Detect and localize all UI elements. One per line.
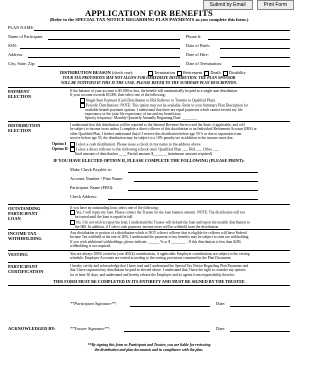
city-label: City, State, Zip: [8, 61, 36, 66]
trustee-date-field[interactable] [230, 331, 290, 332]
participant-fbo-field[interactable] [128, 190, 258, 191]
vesting-label: VESTING [8, 252, 28, 257]
trustee-date-label: Date: [216, 326, 226, 331]
participant-name-field[interactable] [48, 39, 180, 40]
participant-date-label: Date: [216, 301, 226, 306]
participant-signature-field[interactable] [130, 306, 210, 307]
rollover-heading: IF YOU HAVE ELECTED OPTION II, PLEASE CO… [53, 158, 245, 163]
default-loan-checkbox[interactable] [70, 219, 75, 225]
participant-date-field[interactable] [230, 306, 290, 307]
loan-text: If you have an outstanding loan, select … [70, 206, 288, 229]
distribution-reason-title: DISTRIBUTION REASON [60, 70, 111, 75]
divider [8, 121, 290, 122]
loan-line: No, I do not wish to repay the loan. I u… [76, 219, 250, 224]
ssn-field[interactable] [20, 48, 180, 49]
option-1-label: Option I [52, 142, 67, 146]
phone-label: Phone #: [186, 34, 202, 39]
payment-election-text: If the balance of your account is $5,000… [70, 89, 288, 120]
disability-option: Disability [228, 70, 246, 75]
city-field[interactable] [38, 66, 180, 67]
date-of-hire-field[interactable] [220, 57, 290, 58]
distribution-election-text: I understand that this distribution will… [70, 123, 288, 140]
divider [8, 250, 290, 251]
trustee-signature-label: **Trustee Signature**: [70, 326, 111, 331]
account-number-field[interactable] [134, 181, 258, 182]
termination-checkbox[interactable] [148, 70, 153, 76]
ssn-label: SSN: [8, 43, 18, 48]
withholding-text: Any distribution or portion of a distrib… [70, 231, 288, 248]
address-field[interactable] [28, 57, 180, 58]
account-number-label: Account Number / Plan Name: [70, 176, 124, 181]
loan-line: Yes, I will repay my loan. Please contac… [76, 210, 245, 215]
dob-field[interactable] [220, 48, 290, 49]
divider [8, 262, 290, 263]
vesting-line: schedule. Employer Accounts are vested a… [70, 256, 232, 261]
address-label: Address: [8, 52, 24, 57]
vesting-text: You are always 100% vested in your 401(k… [70, 252, 288, 261]
must-sign-notice: THIS FORM MUST BE COMPLETED IN ITS ENTIR… [53, 279, 245, 284]
warning-line-1: YOUR TAX PROVISIONS MAY NOT ALLOW FOR IM… [62, 76, 236, 80]
dob-label: Date of Birth: [186, 43, 210, 48]
warning-line-2: WILL BE NOTIFIED IF THIS IS THE CASE. PL… [60, 81, 238, 85]
option-1-text: I elect a cash distribution. Please issu… [76, 142, 202, 147]
divider [8, 204, 290, 205]
trustee-signature-field[interactable] [124, 331, 210, 332]
footnote-line-1: **By signing this form as Participant an… [87, 343, 211, 347]
participant-fbo-label: Participant Name (FBO): [70, 185, 114, 190]
withholding-line: withholding is not required. [70, 243, 111, 248]
certification-text: I hereby certify and acknowledge that I … [70, 264, 288, 277]
option-2-note: Total amount of distribution ____ Partia… [74, 152, 213, 156]
plan-name-label: PLAN NAME: [8, 25, 35, 30]
date-of-termination-field[interactable] [232, 66, 290, 67]
participant-name-label: Name of Participant [8, 34, 43, 39]
payable-to-field[interactable] [128, 172, 258, 173]
payment-line: Single Sum Payment (Cash Distribution or… [86, 97, 216, 102]
retirement-checkbox[interactable] [177, 70, 183, 76]
option-2-label: Option II [52, 147, 68, 151]
check-address-field[interactable] [108, 199, 258, 200]
phone-field[interactable] [208, 39, 290, 40]
divider [8, 229, 290, 230]
certification-label-2: CERTIFICATION [8, 269, 44, 274]
plan-name-field[interactable] [34, 30, 290, 31]
periodic-checkbox[interactable] [80, 102, 85, 108]
divider [8, 285, 290, 286]
page-subtitle: (Refer to the SPECIAL TAX NOTICE REGARDI… [49, 17, 249, 22]
distribution-reason-heading: DISTRIBUTION REASON (check one): [60, 70, 133, 75]
divider [8, 87, 290, 88]
check-address-label: Check Address: [70, 194, 98, 199]
participant-signature-label: **Participant Signature**: [70, 301, 118, 306]
option-2-text: I elect a direct rollover to the followi… [76, 147, 219, 152]
date-of-hire-label: Date of Hire: [186, 52, 209, 57]
payable-to-label: Make Check Payable to: [70, 167, 113, 172]
date-of-termination-label: Date of Termination: [186, 61, 222, 66]
acknowledged-by-label: ACKNOWLEDGED BY: [8, 326, 56, 331]
election-line: service before age 55, the distribution … [70, 135, 234, 140]
payment-election-label-2: ELECTION [8, 94, 32, 99]
termination-option: Termination [154, 70, 175, 75]
distribution-election-label-2: ELECTION [8, 128, 32, 133]
frequency-line: Specify frequency: Monthly Quarterly Ann… [85, 116, 197, 121]
death-checkbox[interactable] [204, 70, 210, 76]
death-option: Death [210, 70, 221, 75]
distribution-reason-options: Termination Retirement Death Disability [148, 70, 246, 76]
retirement-option: Retirement [183, 70, 203, 75]
footnote-line-2: the distribution and plan documents and … [94, 348, 204, 352]
check-one-text: (check one): [111, 70, 134, 75]
disability-checkbox[interactable] [222, 70, 228, 76]
loan-label-3: LOAN [8, 216, 21, 221]
withholding-label-2: WITHHOLDING [8, 236, 42, 241]
election-line: be subject to income taxes unless I comp… [70, 127, 257, 132]
certification-line: for at least 30 days, and understand and… [70, 272, 235, 277]
payment-line: Periodic Distributions: NOTE: This optio… [86, 102, 249, 107]
